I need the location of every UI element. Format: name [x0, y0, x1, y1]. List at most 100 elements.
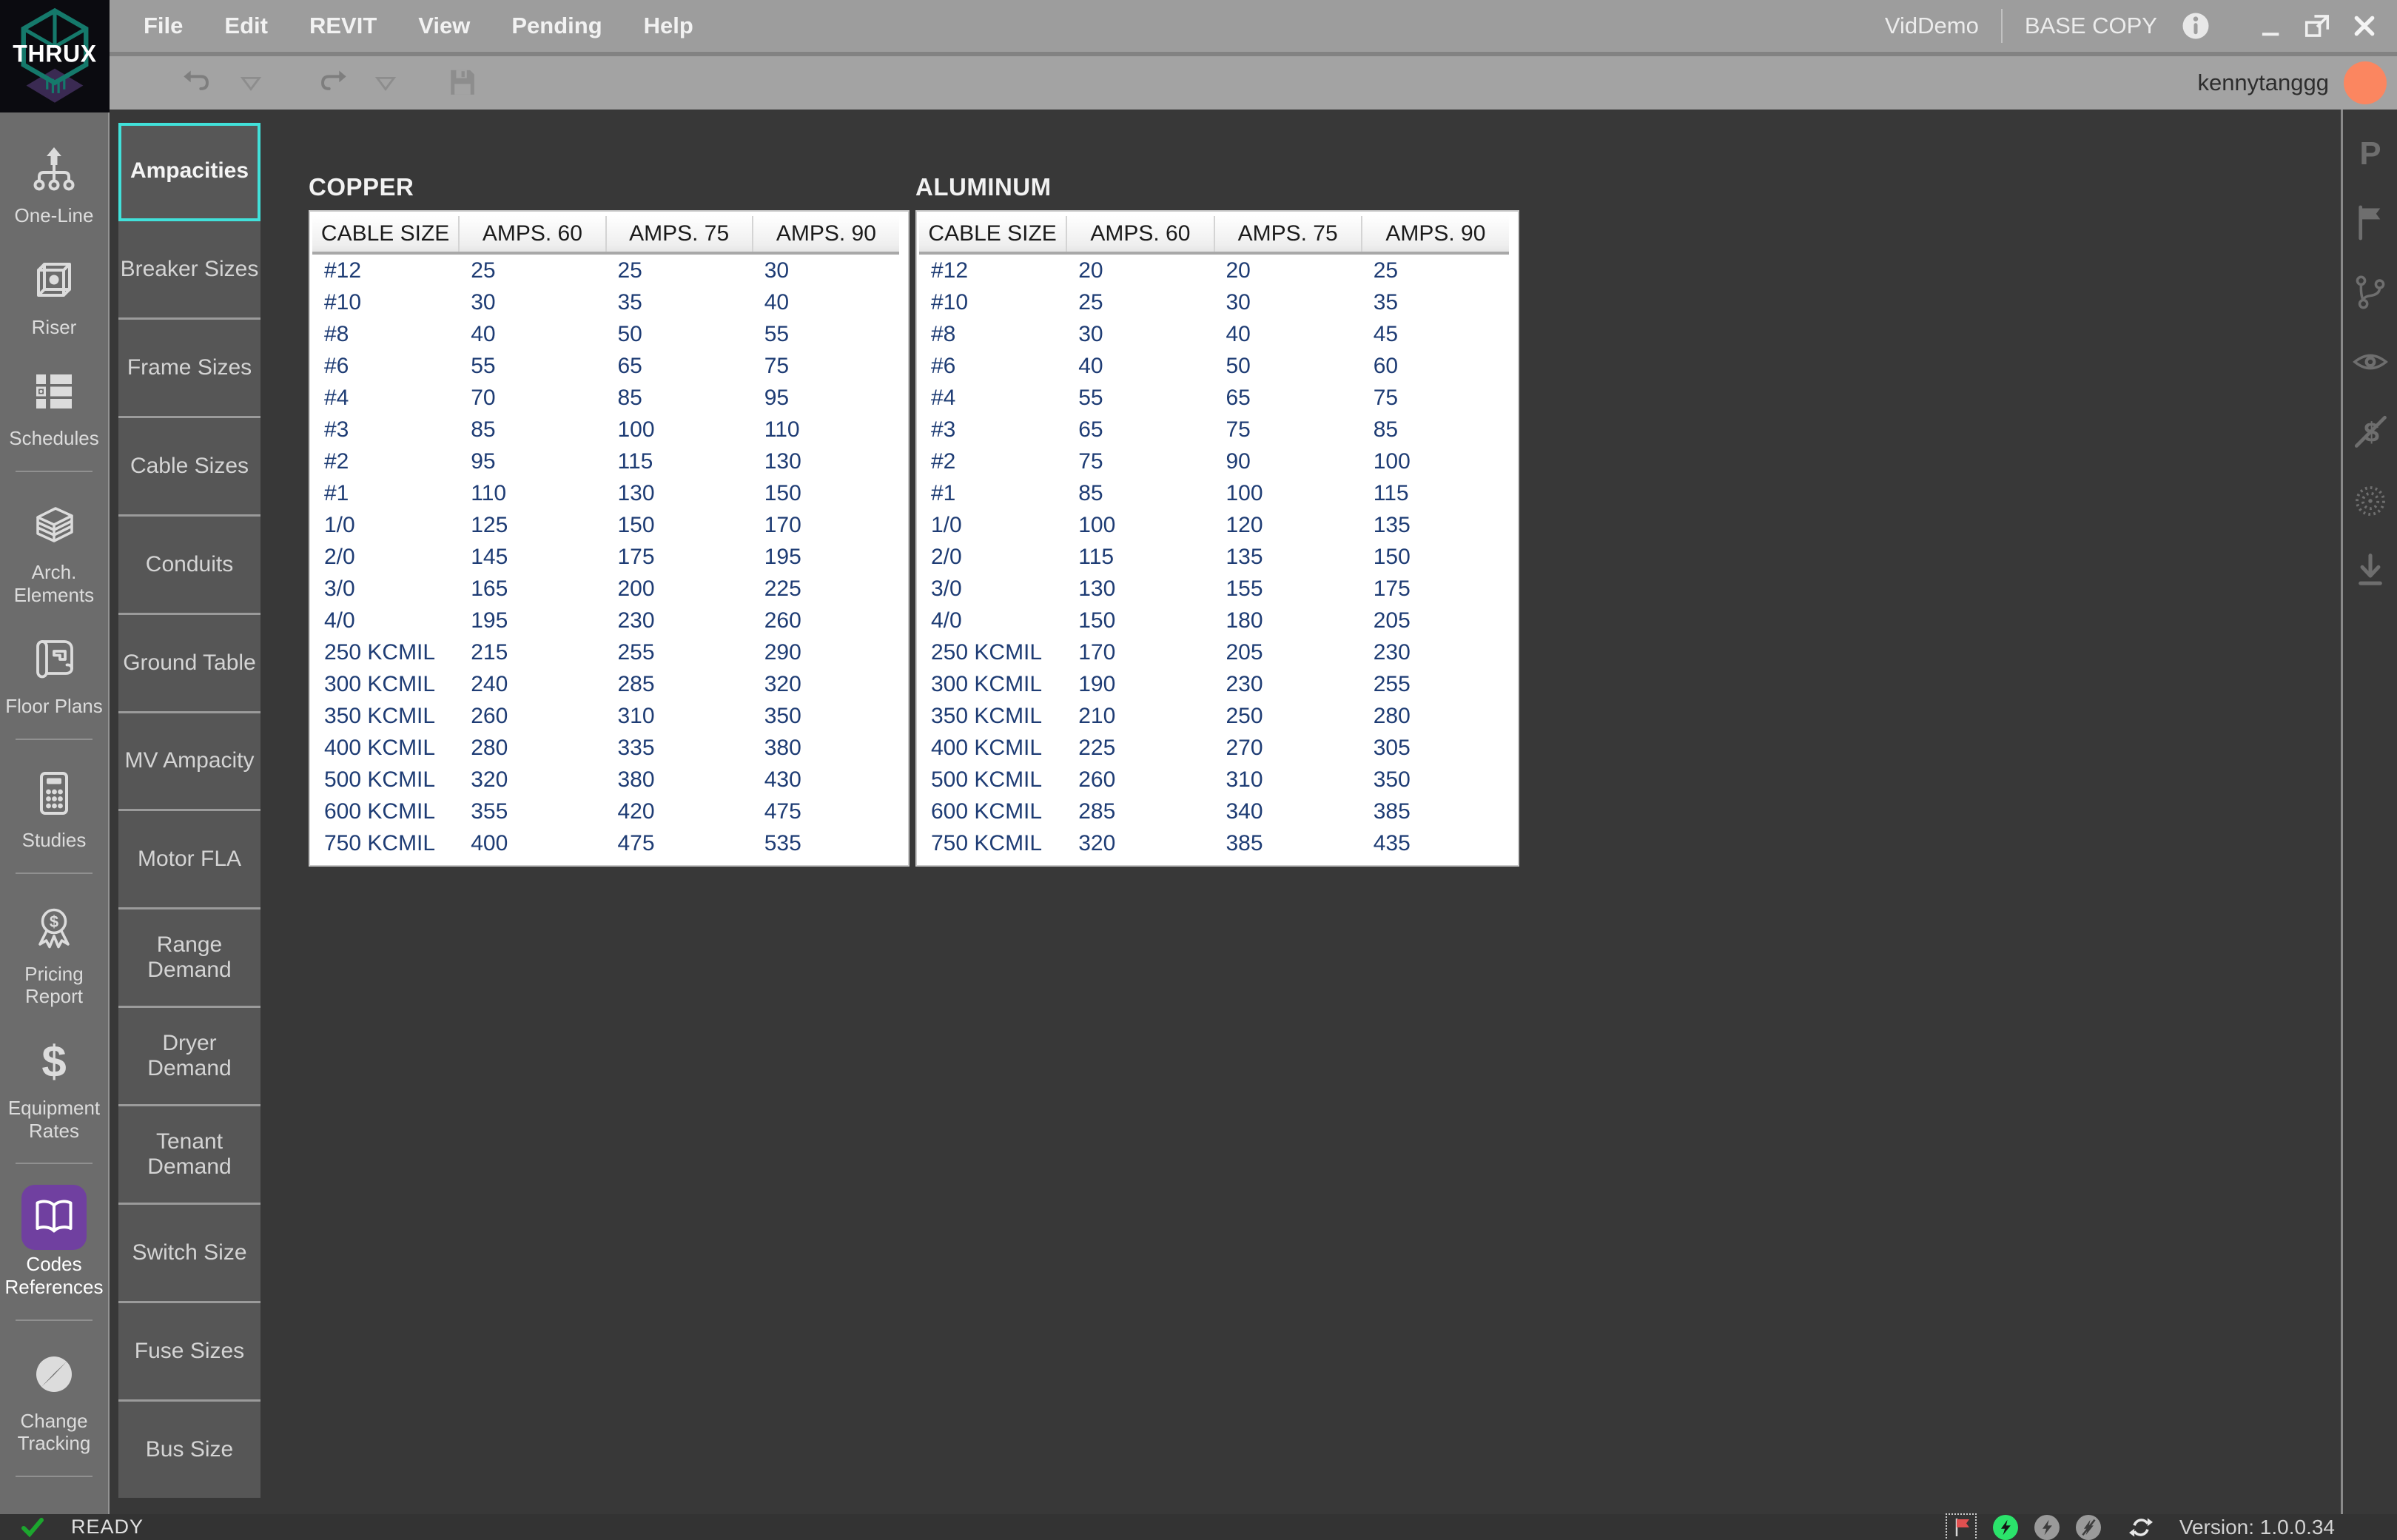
column-header-amps-60[interactable]: AMPS. 60: [459, 216, 605, 253]
save-icon[interactable]: [446, 66, 480, 100]
table-cell: 85: [1362, 414, 1509, 445]
sidebar-item-schedules[interactable]: Schedules: [0, 359, 108, 450]
avatar[interactable]: [2344, 61, 2387, 104]
tab-ground-table[interactable]: Ground Table: [118, 615, 260, 713]
table-cell: 65: [606, 350, 753, 382]
titlebar-divider: [2001, 9, 2003, 43]
column-header-cable-size[interactable]: CABLE SIZE: [312, 216, 459, 253]
riser-icon: [21, 248, 87, 313]
tab-bus-size[interactable]: Bus Size: [118, 1402, 260, 1498]
table-cell: 45: [1362, 318, 1509, 350]
tab-fuse-sizes[interactable]: Fuse Sizes: [118, 1303, 260, 1402]
sidebar-item-change-tracking[interactable]: Change Tracking: [0, 1342, 108, 1455]
tab-switch-size[interactable]: Switch Size: [118, 1205, 260, 1303]
app-logo[interactable]: THRUX: [0, 0, 110, 112]
copper-table: CABLE SIZEAMPS. 60AMPS. 75AMPS. 90#12252…: [309, 210, 910, 867]
refresh-icon[interactable]: [2129, 1516, 2153, 1539]
menu-view[interactable]: View: [418, 13, 470, 39]
table-cell: 145: [459, 541, 605, 573]
restore-icon[interactable]: [2301, 11, 2333, 41]
close-icon[interactable]: [2348, 11, 2381, 41]
menu-edit[interactable]: Edit: [224, 13, 268, 39]
table-cell: 90: [1214, 445, 1362, 477]
download-icon[interactable]: [2352, 552, 2389, 589]
table-row: 4/0195230260: [312, 605, 899, 636]
bolt-off-icon[interactable]: [2076, 1515, 2101, 1540]
sidebar-item-riser[interactable]: Riser: [0, 248, 108, 339]
tab-conduits[interactable]: Conduits: [118, 517, 260, 615]
table-row: #6556575: [312, 350, 899, 382]
reference-tabs: AmpacitiesBreaker SizesFrame SizesCable …: [118, 123, 260, 1498]
tab-ampacities[interactable]: Ampacities: [118, 123, 260, 221]
redo-caret-icon[interactable]: [373, 70, 398, 95]
column-header-amps-90[interactable]: AMPS. 90: [753, 216, 899, 253]
column-header-amps-60[interactable]: AMPS. 60: [1066, 216, 1214, 253]
tab-motor-fla[interactable]: Motor FLA: [118, 811, 260, 909]
flag-icon[interactable]: [2352, 204, 2389, 241]
table-cell: 280: [459, 732, 605, 764]
tab-mv-ampacity[interactable]: MV Ampacity: [118, 713, 260, 812]
table-cell: 600 KCMIL: [312, 796, 459, 827]
dotted-globe-icon[interactable]: [2352, 482, 2389, 520]
tab-tenant-demand[interactable]: Tenant Demand: [118, 1106, 260, 1205]
table-cell: 250 KCMIL: [919, 636, 1066, 668]
p-icon[interactable]: P: [2352, 135, 2389, 172]
table-cell: 280: [1362, 700, 1509, 732]
table-cell: 100: [1214, 477, 1362, 509]
tab-cable-sizes[interactable]: Cable Sizes: [118, 418, 260, 517]
tab-breaker-sizes[interactable]: Breaker Sizes: [118, 221, 260, 320]
tab-frame-sizes[interactable]: Frame Sizes: [118, 320, 260, 418]
menu-pending[interactable]: Pending: [511, 13, 602, 39]
sidebar-item-floor-plans[interactable]: Floor Plans: [0, 627, 108, 718]
menu-revit[interactable]: REVIT: [309, 13, 377, 39]
column-header-amps-75[interactable]: AMPS. 75: [606, 216, 753, 253]
info-icon[interactable]: [2179, 11, 2212, 41]
table-cell: 150: [606, 509, 753, 541]
column-header-amps-75[interactable]: AMPS. 75: [1214, 216, 1362, 253]
sidebar-item-pricing-report[interactable]: $Pricing Report: [0, 895, 108, 1008]
tab-range-demand[interactable]: Range Demand: [118, 909, 260, 1008]
table-cell: 70: [459, 382, 605, 414]
minimize-icon[interactable]: [2253, 11, 2286, 41]
sidebar-item-studies[interactable]: Studies: [0, 761, 108, 852]
table-cell: 500 KCMIL: [312, 764, 459, 796]
table-cell: #8: [919, 318, 1066, 350]
table-cell: #12: [919, 253, 1066, 286]
column-header-amps-90[interactable]: AMPS. 90: [1362, 216, 1509, 253]
sidebar-item-one-line[interactable]: One-Line: [0, 136, 108, 227]
table-cell: 340: [1214, 796, 1362, 827]
table-cell: 130: [606, 477, 753, 509]
sidebar-item-label: Pricing Report: [0, 963, 108, 1008]
undo-icon[interactable]: [181, 66, 215, 100]
sidebar-item-label: Floor Plans: [5, 695, 103, 718]
table-row: 600 KCMIL355420475: [312, 796, 899, 827]
copper-table-title: COPPER: [309, 173, 910, 201]
table-cell: #3: [312, 414, 459, 445]
version-text: Version: 1.0.0.34: [2179, 1516, 2335, 1539]
table-cell: 55: [753, 318, 899, 350]
git-branch-icon[interactable]: [2352, 274, 2389, 311]
redo-icon[interactable]: [315, 66, 349, 100]
flag-red-icon[interactable]: [1946, 1513, 1977, 1540]
table-row: 250 KCMIL215255290: [312, 636, 899, 668]
equipment-rates-icon: $: [21, 1029, 87, 1094]
tab-dryer-demand[interactable]: Dryer Demand: [118, 1008, 260, 1106]
sidebar-item-equipment-rates[interactable]: $Equipment Rates: [0, 1029, 108, 1142]
eye-icon[interactable]: [2352, 343, 2389, 380]
table-cell: 430: [753, 764, 899, 796]
table-cell: 120: [1214, 509, 1362, 541]
column-header-cable-size[interactable]: CABLE SIZE: [919, 216, 1066, 253]
table-cell: 350 KCMIL: [312, 700, 459, 732]
sidebar-item-arch-elements[interactable]: Arch. Elements: [0, 493, 108, 606]
table-cell: 40: [1214, 318, 1362, 350]
no-cost-icon[interactable]: $: [2352, 413, 2389, 450]
menu-file[interactable]: File: [144, 13, 183, 39]
sidebar-item-codes-references[interactable]: Codes References: [0, 1185, 108, 1298]
bolt-on-icon[interactable]: [1993, 1515, 2018, 1540]
undo-caret-icon[interactable]: [238, 70, 263, 95]
menu-help[interactable]: Help: [644, 13, 693, 39]
table-row: 350 KCMIL260310350: [312, 700, 899, 732]
table-cell: 85: [1066, 477, 1214, 509]
bolt-idle-icon[interactable]: [2034, 1515, 2060, 1540]
table-cell: 750 KCMIL: [312, 827, 459, 859]
